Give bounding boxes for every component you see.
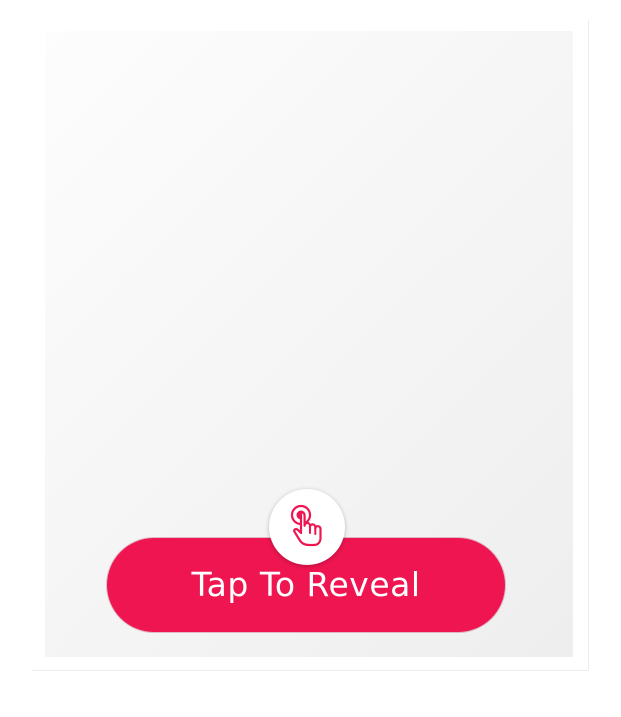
tap-to-reveal-label: Tap To Reveal — [191, 564, 421, 604]
tap-hand-icon[interactable] — [269, 489, 345, 565]
tap-hand-glyph — [290, 504, 322, 547]
page: Tap To Reveal — [0, 0, 621, 717]
